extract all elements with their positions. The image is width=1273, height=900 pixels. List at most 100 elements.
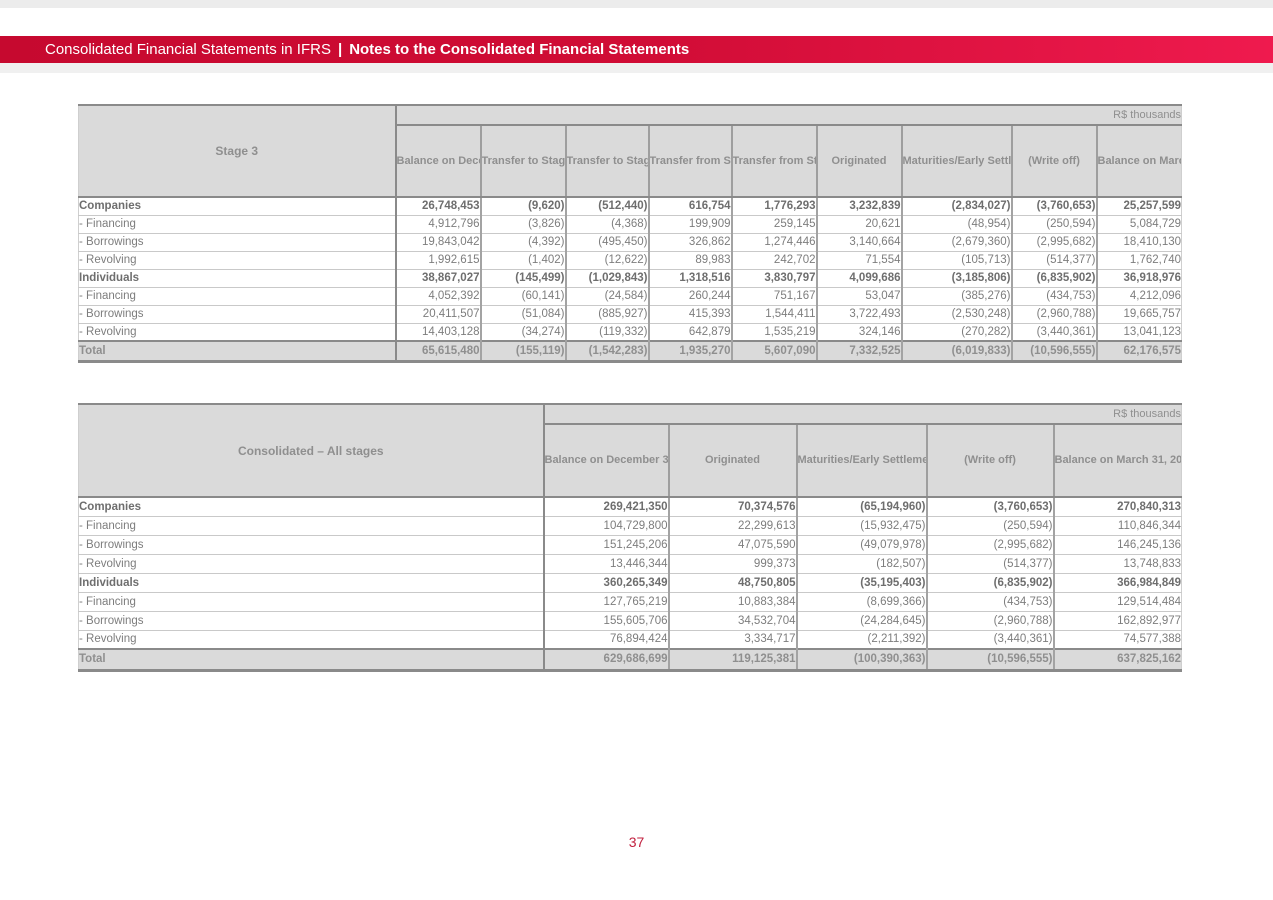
cell-value: 3,830,797 [732, 269, 817, 287]
table-row: - Financing4,912,796(3,826)(4,368)199,90… [79, 215, 1182, 233]
unit-label: R$ thousands [396, 105, 1182, 125]
cell-value: 20,621 [817, 215, 902, 233]
cell-value: (9,620) [481, 197, 566, 215]
cell-value: 1,544,411 [732, 305, 817, 323]
cell-value: 36,918,976 [1097, 269, 1182, 287]
column-header: Originated [669, 424, 797, 497]
cell-value: (3,826) [481, 215, 566, 233]
breadcrumb-right: Notes to the Consolidated Financial Stat… [349, 41, 689, 58]
cell-value: 642,879 [649, 323, 732, 341]
row-label: - Financing [79, 287, 396, 305]
column-header: Transfer to Stage 1 [481, 125, 566, 197]
row-label: - Financing [79, 215, 396, 233]
column-header: Originated [817, 125, 902, 197]
table-row: Companies26,748,453(9,620)(512,440)616,7… [79, 197, 1182, 215]
cell-value: (2,679,360) [902, 233, 1012, 251]
cell-value: 616,754 [649, 197, 732, 215]
cell-value: (65,194,960) [797, 497, 927, 516]
row-label: - Borrowings [79, 233, 396, 251]
row-label: - Financing [79, 516, 544, 535]
cell-value: (250,594) [1012, 215, 1097, 233]
cell-value: (1,542,283) [566, 341, 649, 361]
cell-value: (35,195,403) [797, 573, 927, 592]
stage3-table: Stage 3R$ thousandsBalance on December 3… [78, 104, 1182, 363]
cell-value: (514,377) [927, 554, 1054, 573]
cell-value: 260,244 [649, 287, 732, 305]
cell-value: 119,125,381 [669, 649, 797, 670]
cell-value: (48,954) [902, 215, 1012, 233]
cell-value: 1,992,615 [396, 251, 481, 269]
cell-value: 22,299,613 [669, 516, 797, 535]
table-row: - Borrowings20,411,507(51,084)(885,927)4… [79, 305, 1182, 323]
column-header: Maturities/Early Settlements [797, 424, 927, 497]
column-header: Transfer from Stage 2 [732, 125, 817, 197]
column-header: Balance on December 31, 2023 [544, 424, 669, 497]
table-row: - Revolving13,446,344999,373(182,507)(51… [79, 554, 1182, 573]
column-header: Balance on March 31, 2024 [1097, 125, 1182, 197]
cell-value: (2,834,027) [902, 197, 1012, 215]
table-row: Individuals38,867,027(145,499)(1,029,843… [79, 269, 1182, 287]
cell-value: (3,440,361) [1012, 323, 1097, 341]
table-row: - Revolving76,894,4243,334,717(2,211,392… [79, 630, 1182, 649]
row-label: Individuals [79, 269, 396, 287]
cell-value: 270,840,313 [1054, 497, 1182, 516]
column-header: Maturities/Early Settlements [902, 125, 1012, 197]
cell-value: 360,265,349 [544, 573, 669, 592]
cell-value: 3,334,717 [669, 630, 797, 649]
page-number: 37 [0, 834, 1273, 850]
table-row: - Financing104,729,80022,299,613(15,932,… [79, 516, 1182, 535]
cell-value: 999,373 [669, 554, 797, 573]
table-title: Consolidated – All stages [79, 404, 544, 497]
row-label: - Financing [79, 592, 544, 611]
total-row: Total629,686,699119,125,381(100,390,363)… [79, 649, 1182, 670]
cell-value: 637,825,162 [1054, 649, 1182, 670]
row-label: Companies [79, 497, 544, 516]
cell-value: 3,140,664 [817, 233, 902, 251]
cell-value: 4,912,796 [396, 215, 481, 233]
cell-value: (10,596,555) [927, 649, 1054, 670]
cell-value: (2,960,788) [1012, 305, 1097, 323]
cell-value: 4,052,392 [396, 287, 481, 305]
table-row: Individuals360,265,34948,750,805(35,195,… [79, 573, 1182, 592]
column-header: Balance on December 31, 2023 [396, 125, 481, 197]
cell-value: (15,932,475) [797, 516, 927, 535]
cell-value: 162,892,977 [1054, 611, 1182, 630]
cell-value: 34,532,704 [669, 611, 797, 630]
cell-value: (4,392) [481, 233, 566, 251]
cell-value: 110,846,344 [1054, 516, 1182, 535]
top-page-strip [0, 0, 1273, 8]
cell-value: (434,753) [927, 592, 1054, 611]
cell-value: (6,019,833) [902, 341, 1012, 361]
column-header: Transfer to Stage 2 [566, 125, 649, 197]
row-label: Companies [79, 197, 396, 215]
cell-value: 20,411,507 [396, 305, 481, 323]
cell-value: 1,935,270 [649, 341, 732, 361]
cell-value: (2,530,248) [902, 305, 1012, 323]
cell-value: (105,713) [902, 251, 1012, 269]
cell-value: 26,748,453 [396, 197, 481, 215]
total-row: Total65,615,480(155,119)(1,542,283)1,935… [79, 341, 1182, 361]
cell-value: (1,402) [481, 251, 566, 269]
cell-value: (182,507) [797, 554, 927, 573]
cell-value: 366,984,849 [1054, 573, 1182, 592]
unit-label: R$ thousands [544, 404, 1182, 424]
cell-value: 1,318,516 [649, 269, 732, 287]
cell-value: (10,596,555) [1012, 341, 1097, 361]
cell-value: 53,047 [817, 287, 902, 305]
cell-value: 415,393 [649, 305, 732, 323]
cell-value: 19,665,757 [1097, 305, 1182, 323]
cell-value: 62,176,575 [1097, 341, 1182, 361]
table-row: Companies269,421,35070,374,576(65,194,96… [79, 497, 1182, 516]
cell-value: (2,960,788) [927, 611, 1054, 630]
financial-table: Stage 3R$ thousandsBalance on December 3… [78, 104, 1182, 363]
cell-value: (512,440) [566, 197, 649, 215]
cell-value: 25,257,599 [1097, 197, 1182, 215]
table-row: - Borrowings19,843,042(4,392)(495,450)32… [79, 233, 1182, 251]
table-row: - Financing127,765,21910,883,384(8,699,3… [79, 592, 1182, 611]
row-label: - Revolving [79, 630, 544, 649]
cell-value: (60,141) [481, 287, 566, 305]
cell-value: (12,622) [566, 251, 649, 269]
cell-value: (2,995,682) [927, 535, 1054, 554]
cell-value: (24,284,645) [797, 611, 927, 630]
cell-value: (6,835,902) [927, 573, 1054, 592]
